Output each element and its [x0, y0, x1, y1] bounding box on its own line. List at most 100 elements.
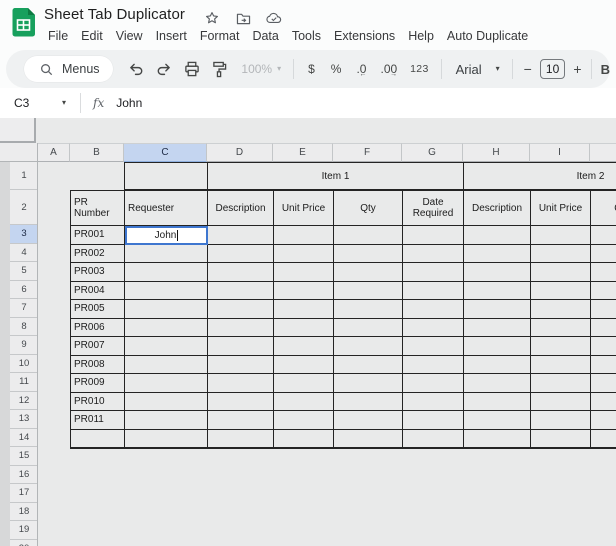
cell-E4[interactable] — [274, 245, 334, 264]
cell-F12[interactable] — [334, 393, 403, 412]
menu-insert[interactable]: Insert — [154, 29, 189, 43]
menu-auto-duplicate[interactable]: Auto Duplicate — [445, 29, 530, 43]
star-icon[interactable] — [203, 9, 221, 27]
menu-edit[interactable]: Edit — [79, 29, 105, 43]
cell-G7[interactable] — [403, 300, 464, 319]
cell-H12[interactable] — [464, 393, 531, 412]
cell-I10[interactable] — [531, 356, 591, 375]
cell-I8[interactable] — [531, 319, 591, 338]
cell-G4[interactable] — [403, 245, 464, 264]
cell-I5[interactable] — [531, 263, 591, 282]
cell-B12[interactable]: PR010 — [71, 393, 125, 412]
cell-G10[interactable] — [403, 356, 464, 375]
cell-C10[interactable] — [125, 356, 208, 375]
cell-G13[interactable] — [403, 411, 464, 430]
cell-F8[interactable] — [334, 319, 403, 338]
row-header-20[interactable]: 20 — [10, 540, 38, 546]
cell-J2[interactable]: Qty — [591, 191, 616, 226]
menu-help[interactable]: Help — [406, 29, 436, 43]
cell-F2[interactable]: Qty — [334, 191, 403, 226]
cell-H10[interactable] — [464, 356, 531, 375]
cell-E13[interactable] — [274, 411, 334, 430]
percent-format-button[interactable]: % — [331, 62, 342, 76]
cell-H3[interactable] — [464, 226, 531, 245]
increase-decimal-button[interactable]: .00→ — [380, 62, 397, 76]
cell-J3[interactable] — [591, 226, 616, 245]
cell-C13[interactable] — [125, 411, 208, 430]
col-header-I[interactable]: I — [530, 143, 590, 162]
col-header-E[interactable]: E — [273, 143, 333, 162]
cell-H9[interactable] — [464, 337, 531, 356]
cell-C9[interactable] — [125, 337, 208, 356]
cell-E3[interactable] — [274, 226, 334, 245]
cell-F14[interactable] — [334, 430, 403, 449]
row-header-18[interactable]: 18 — [10, 503, 38, 522]
cell-B7[interactable]: PR005 — [71, 300, 125, 319]
merged-cell-item2[interactable]: Item 2 — [464, 163, 616, 189]
col-header-C[interactable]: C — [124, 143, 207, 162]
cell-G8[interactable] — [403, 319, 464, 338]
col-header-partial[interactable] — [590, 143, 616, 162]
cell-E2[interactable]: Unit Price — [274, 191, 334, 226]
decrease-decimal-button[interactable]: .0← — [356, 62, 366, 76]
cell-C3[interactable]: John — [125, 226, 208, 245]
row-header-14[interactable]: 14 — [10, 429, 38, 448]
row-header-8[interactable]: 8 — [10, 318, 38, 337]
cell-I9[interactable] — [531, 337, 591, 356]
cell-G9[interactable] — [403, 337, 464, 356]
menu-extensions[interactable]: Extensions — [332, 29, 397, 43]
cell-C2[interactable]: Requester — [125, 191, 208, 226]
cell-F3[interactable] — [334, 226, 403, 245]
cell-F6[interactable] — [334, 282, 403, 301]
cell-I6[interactable] — [531, 282, 591, 301]
cell-C12[interactable] — [125, 393, 208, 412]
row-header-19[interactable]: 19 — [10, 521, 38, 540]
sheets-logo-icon[interactable] — [12, 7, 36, 38]
cell-D14[interactable] — [208, 430, 274, 449]
cell-D2[interactable]: Description — [208, 191, 274, 226]
cell-E6[interactable] — [274, 282, 334, 301]
cell-G14[interactable] — [403, 430, 464, 449]
cell-D13[interactable] — [208, 411, 274, 430]
name-box[interactable]: C3 — [0, 96, 62, 110]
cell-I13[interactable] — [531, 411, 591, 430]
cell-E5[interactable] — [274, 263, 334, 282]
zoom-level[interactable]: 100% — [241, 62, 272, 76]
row-header-6[interactable]: 6 — [10, 281, 38, 300]
row-header-10[interactable]: 10 — [10, 355, 38, 374]
menu-file[interactable]: File — [46, 29, 70, 43]
row-header-12[interactable]: 12 — [10, 392, 38, 411]
cell-B4[interactable]: PR002 — [71, 245, 125, 264]
cell-G6[interactable] — [403, 282, 464, 301]
menu-data[interactable]: Data — [250, 29, 280, 43]
cell-D7[interactable] — [208, 300, 274, 319]
cell-B5[interactable]: PR003 — [71, 263, 125, 282]
cell-D10[interactable] — [208, 356, 274, 375]
cell-F11[interactable] — [334, 374, 403, 393]
cell-E11[interactable] — [274, 374, 334, 393]
cell-B14[interactable] — [71, 430, 125, 449]
font-family-select[interactable]: Arial — [456, 62, 482, 77]
cell-H5[interactable] — [464, 263, 531, 282]
row-header-2[interactable]: 2 — [10, 190, 38, 225]
cell-H7[interactable] — [464, 300, 531, 319]
cell-H2[interactable]: Description — [464, 191, 531, 226]
row-header-5[interactable]: 5 — [10, 262, 38, 281]
col-header-F[interactable]: F — [333, 143, 402, 162]
cell-J14[interactable] — [591, 430, 616, 449]
cell-H8[interactable] — [464, 319, 531, 338]
font-size-input[interactable]: 10 — [540, 59, 566, 79]
cell-B13[interactable]: PR011 — [71, 411, 125, 430]
decrease-font-size-button[interactable]: − — [524, 61, 532, 77]
col-header-A[interactable]: A — [38, 143, 70, 162]
cell-F4[interactable] — [334, 245, 403, 264]
row-header-16[interactable]: 16 — [10, 466, 38, 485]
cell-D5[interactable] — [208, 263, 274, 282]
cell-J12[interactable] — [591, 393, 616, 412]
cell-B9[interactable]: PR007 — [71, 337, 125, 356]
cell-J6[interactable] — [591, 282, 616, 301]
document-title[interactable]: Sheet Tab Duplicator — [44, 6, 185, 23]
cell-D3[interactable] — [208, 226, 274, 245]
cell-E12[interactable] — [274, 393, 334, 412]
cell-H6[interactable] — [464, 282, 531, 301]
